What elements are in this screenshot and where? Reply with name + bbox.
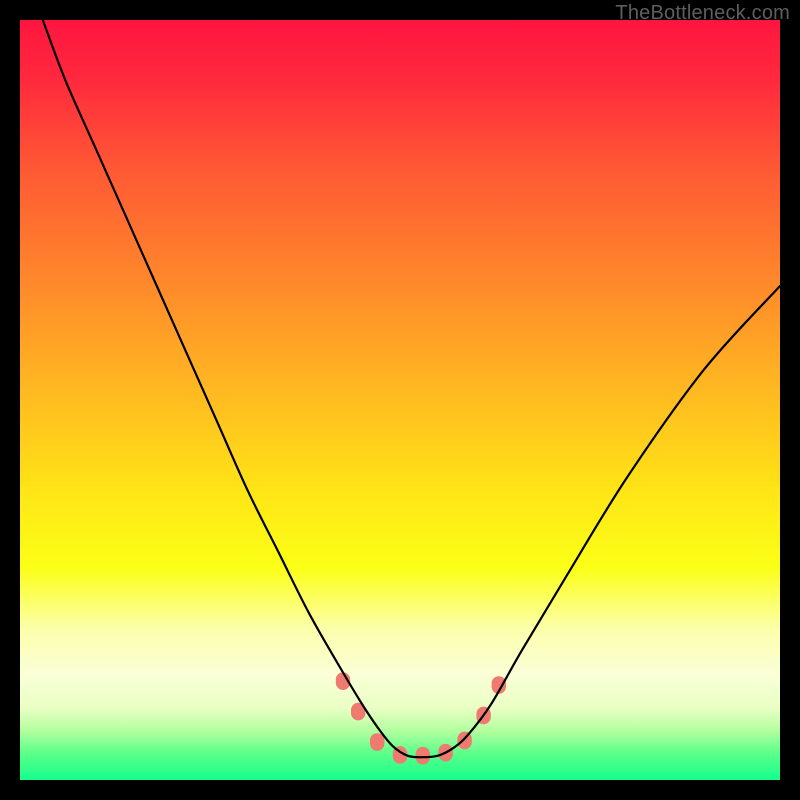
bottleneck-curve (43, 20, 780, 757)
plot-area (20, 20, 780, 780)
curve-layer (20, 20, 780, 780)
marker (370, 733, 384, 751)
marker (416, 747, 430, 765)
chart-frame: TheBottleneck.com (0, 0, 800, 800)
watermark-text: TheBottleneck.com (615, 2, 790, 25)
